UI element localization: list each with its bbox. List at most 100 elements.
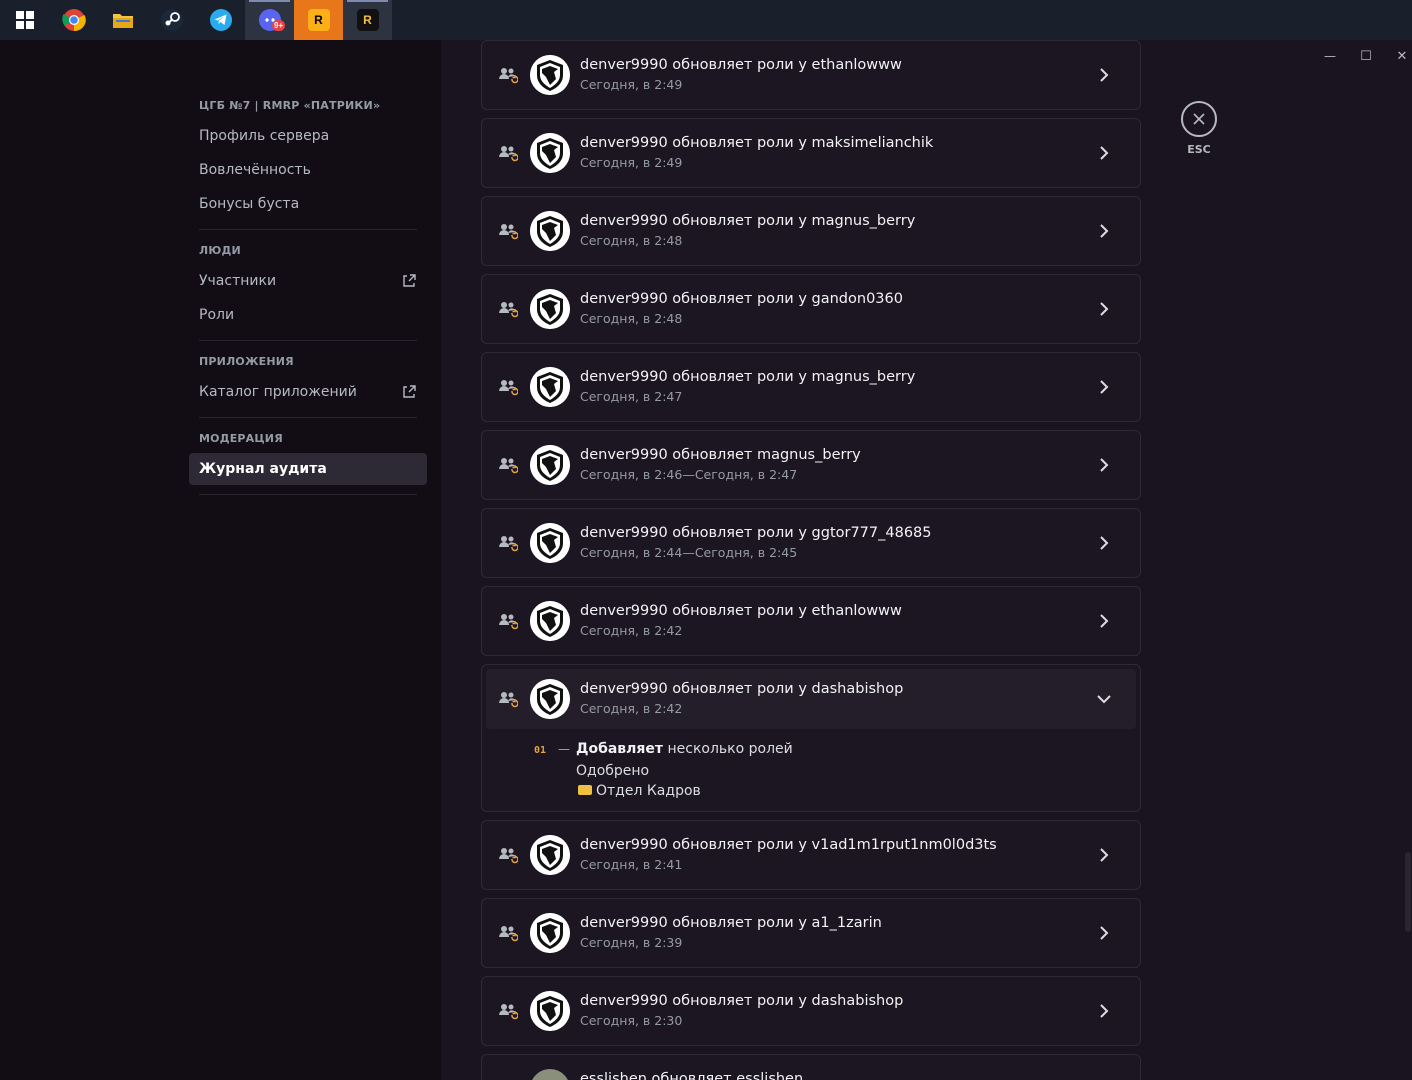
- discord-taskbar-button[interactable]: 9+: [245, 0, 294, 40]
- audit-log-entry[interactable]: denver9990 обновляет роли у maksimelianc…: [481, 118, 1141, 188]
- audit-log-entry[interactable]: denver9990 обновляет magnus_berry Сегодня…: [481, 430, 1141, 500]
- user-avatar[interactable]: [530, 991, 570, 1031]
- audit-log-entry[interactable]: denver9990 обновляет роли у ethanlowww Се…: [481, 586, 1141, 656]
- audit-log-entry[interactable]: denver9990 обновляет роли у dashabishop С…: [481, 664, 1141, 812]
- chrome-taskbar-button[interactable]: [49, 0, 98, 40]
- chevron-right-icon[interactable]: [1094, 1001, 1114, 1021]
- audit-log-entry[interactable]: denver9990 обновляет роли у ggtor777_486…: [481, 508, 1141, 578]
- chevron-down-icon[interactable]: [1094, 689, 1114, 709]
- apps-header: ПРИЛОЖЕНИЯ: [199, 355, 294, 368]
- entry-timestamp: Сегодня, в 2:48: [580, 233, 683, 248]
- sidebar-item-audit-log[interactable]: Журнал аудита: [189, 453, 427, 485]
- audit-log-entry[interactable]: denver9990 обновляет роли у a1_1zarin Сег…: [481, 898, 1141, 968]
- chevron-right-icon[interactable]: [1094, 923, 1114, 943]
- user-avatar[interactable]: [530, 445, 570, 485]
- user-avatar[interactable]: [530, 289, 570, 329]
- shield-eagle-icon: [530, 289, 570, 329]
- audit-log-entry[interactable]: denver9990 обновляет роли у ethanlowww Се…: [481, 40, 1141, 110]
- minimize-button[interactable]: —: [1318, 44, 1342, 68]
- steam-taskbar-button[interactable]: [147, 0, 196, 40]
- audit-log-entry-header[interactable]: denver9990 обновляет роли у magnus_berry…: [482, 353, 1140, 421]
- entry-text: denver9990 обновляет magnus_berry Сегодня…: [580, 445, 861, 485]
- sidebar-item-members[interactable]: Участники: [189, 265, 427, 297]
- audit-log-entry-header[interactable]: denver9990 обновляет роли у dashabishop С…: [482, 977, 1140, 1045]
- user-avatar[interactable]: [530, 913, 570, 953]
- user-avatar[interactable]: [530, 1069, 570, 1080]
- change-action-rest: несколько ролей: [663, 741, 793, 757]
- sidebar-item-boost-perks[interactable]: Бонусы буста: [189, 188, 427, 220]
- sidebar-separator: [199, 494, 417, 495]
- chevron-right-icon[interactable]: [1094, 299, 1114, 319]
- entry-text: denver9990 обновляет роли у gandon0360 Се…: [580, 289, 903, 329]
- user-avatar[interactable]: [530, 835, 570, 875]
- audit-log-entry-header[interactable]: denver9990 обновляет роли у magnus_berry…: [482, 197, 1140, 265]
- entry-title: denver9990 обновляет роли у magnus_berry: [580, 213, 916, 229]
- shield-eagle-icon: [530, 133, 570, 173]
- telegram-taskbar-button[interactable]: [196, 0, 245, 40]
- rockstar-taskbar-button[interactable]: R: [294, 0, 343, 40]
- shield-eagle-icon: [530, 991, 570, 1031]
- audit-log-entry-header[interactable]: denver9990 обновляет роли у ggtor777_486…: [482, 509, 1140, 577]
- windows-start-button[interactable]: [0, 0, 49, 40]
- sidebar-item-server-profile[interactable]: Профиль сервера: [189, 120, 427, 152]
- member-role-update-icon: [499, 614, 518, 630]
- audit-log-entry-header[interactable]: denver9990 обновляет роли у a1_1zarin Сег…: [482, 899, 1140, 967]
- chevron-right-icon[interactable]: [1094, 611, 1114, 631]
- audit-log-entry-header[interactable]: denver9990 обновляет magnus_berry Сегодня…: [482, 431, 1140, 499]
- audit-log-entry-header[interactable]: denver9990 обновляет роли у dashabishop С…: [486, 669, 1136, 729]
- maximize-button[interactable]: ☐: [1354, 44, 1378, 68]
- audit-log-entry[interactable]: denver9990 обновляет роли у magnus_berry…: [481, 196, 1141, 266]
- close-settings-button[interactable]: [1181, 101, 1217, 137]
- audit-log-entry-header[interactable]: denver9990 обновляет роли у maksimelianc…: [482, 119, 1140, 187]
- user-avatar[interactable]: [530, 367, 570, 407]
- user-avatar[interactable]: [530, 523, 570, 563]
- ragemp-taskbar-button[interactable]: R: [343, 0, 392, 40]
- user-avatar[interactable]: [530, 55, 570, 95]
- entry-text: denver9990 обновляет роли у maksimelianc…: [580, 133, 933, 173]
- user-avatar[interactable]: [530, 601, 570, 641]
- role-hr-department: Отдел Кадров: [534, 781, 1140, 801]
- external-link-icon: [403, 274, 416, 287]
- shield-eagle-icon: [530, 679, 570, 719]
- chevron-right-icon[interactable]: [1094, 845, 1114, 865]
- entry-timestamp: Сегодня, в 2:49: [580, 155, 683, 170]
- audit-log-entry[interactable]: denver9990 обновляет роли у dashabishop С…: [481, 976, 1141, 1046]
- ragemp-icon: R: [356, 9, 379, 31]
- close-window-button[interactable]: ✕: [1390, 44, 1412, 68]
- audit-log-entry[interactable]: esslishen обновляет esslishen: [481, 1054, 1141, 1080]
- entry-timestamp: Сегодня, в 2:48: [580, 311, 683, 326]
- audit-log-entry[interactable]: denver9990 обновляет роли у v1ad1m1rput1…: [481, 820, 1141, 890]
- sidebar-separator: [199, 417, 417, 418]
- user-avatar[interactable]: [530, 679, 570, 719]
- member-role-update-icon: [499, 692, 518, 708]
- entry-timestamp: Сегодня, в 2:49: [580, 77, 683, 92]
- audit-log-entry[interactable]: denver9990 обновляет роли у magnus_berry…: [481, 352, 1141, 422]
- audit-log-entry-header[interactable]: denver9990 обновляет роли у ethanlowww Се…: [482, 587, 1140, 655]
- member-role-update-icon: [499, 146, 518, 162]
- entry-title: denver9990 обновляет роли у gandon0360: [580, 291, 903, 307]
- audit-log-list: denver9990 обновляет роли у ethanlowww Се…: [481, 40, 1141, 1080]
- chevron-right-icon[interactable]: [1094, 65, 1114, 85]
- windows-logo-icon: [15, 11, 34, 29]
- audit-log-entry-header[interactable]: denver9990 обновляет роли у gandon0360 Се…: [482, 275, 1140, 343]
- sidebar-item-roles[interactable]: Роли: [189, 299, 427, 331]
- audit-log-entry[interactable]: denver9990 обновляет роли у gandon0360 Се…: [481, 274, 1141, 344]
- scrollbar-thumb[interactable]: [1405, 852, 1411, 932]
- telegram-icon: [209, 9, 232, 31]
- change-action: Добавляет: [576, 741, 664, 757]
- audit-log-entry-header[interactable]: esslishen обновляет esslishen: [482, 1055, 1140, 1080]
- chevron-right-icon[interactable]: [1094, 377, 1114, 397]
- user-avatar[interactable]: [530, 211, 570, 251]
- sidebar-item-app-directory[interactable]: Каталог приложений: [189, 376, 427, 408]
- chevron-right-icon[interactable]: [1094, 533, 1114, 553]
- member-role-update-icon: [499, 458, 518, 474]
- audit-log-entry-header[interactable]: denver9990 обновляет роли у v1ad1m1rput1…: [482, 821, 1140, 889]
- chevron-right-icon[interactable]: [1094, 143, 1114, 163]
- sidebar-item-engagement[interactable]: Вовлечённость: [189, 154, 427, 186]
- audit-log-entry-header[interactable]: denver9990 обновляет роли у ethanlowww Се…: [482, 41, 1140, 109]
- chevron-right-icon[interactable]: [1094, 455, 1114, 475]
- explorer-taskbar-button[interactable]: [98, 0, 147, 40]
- chevron-right-icon[interactable]: [1094, 221, 1114, 241]
- chrome-icon: [61, 9, 86, 32]
- user-avatar[interactable]: [530, 133, 570, 173]
